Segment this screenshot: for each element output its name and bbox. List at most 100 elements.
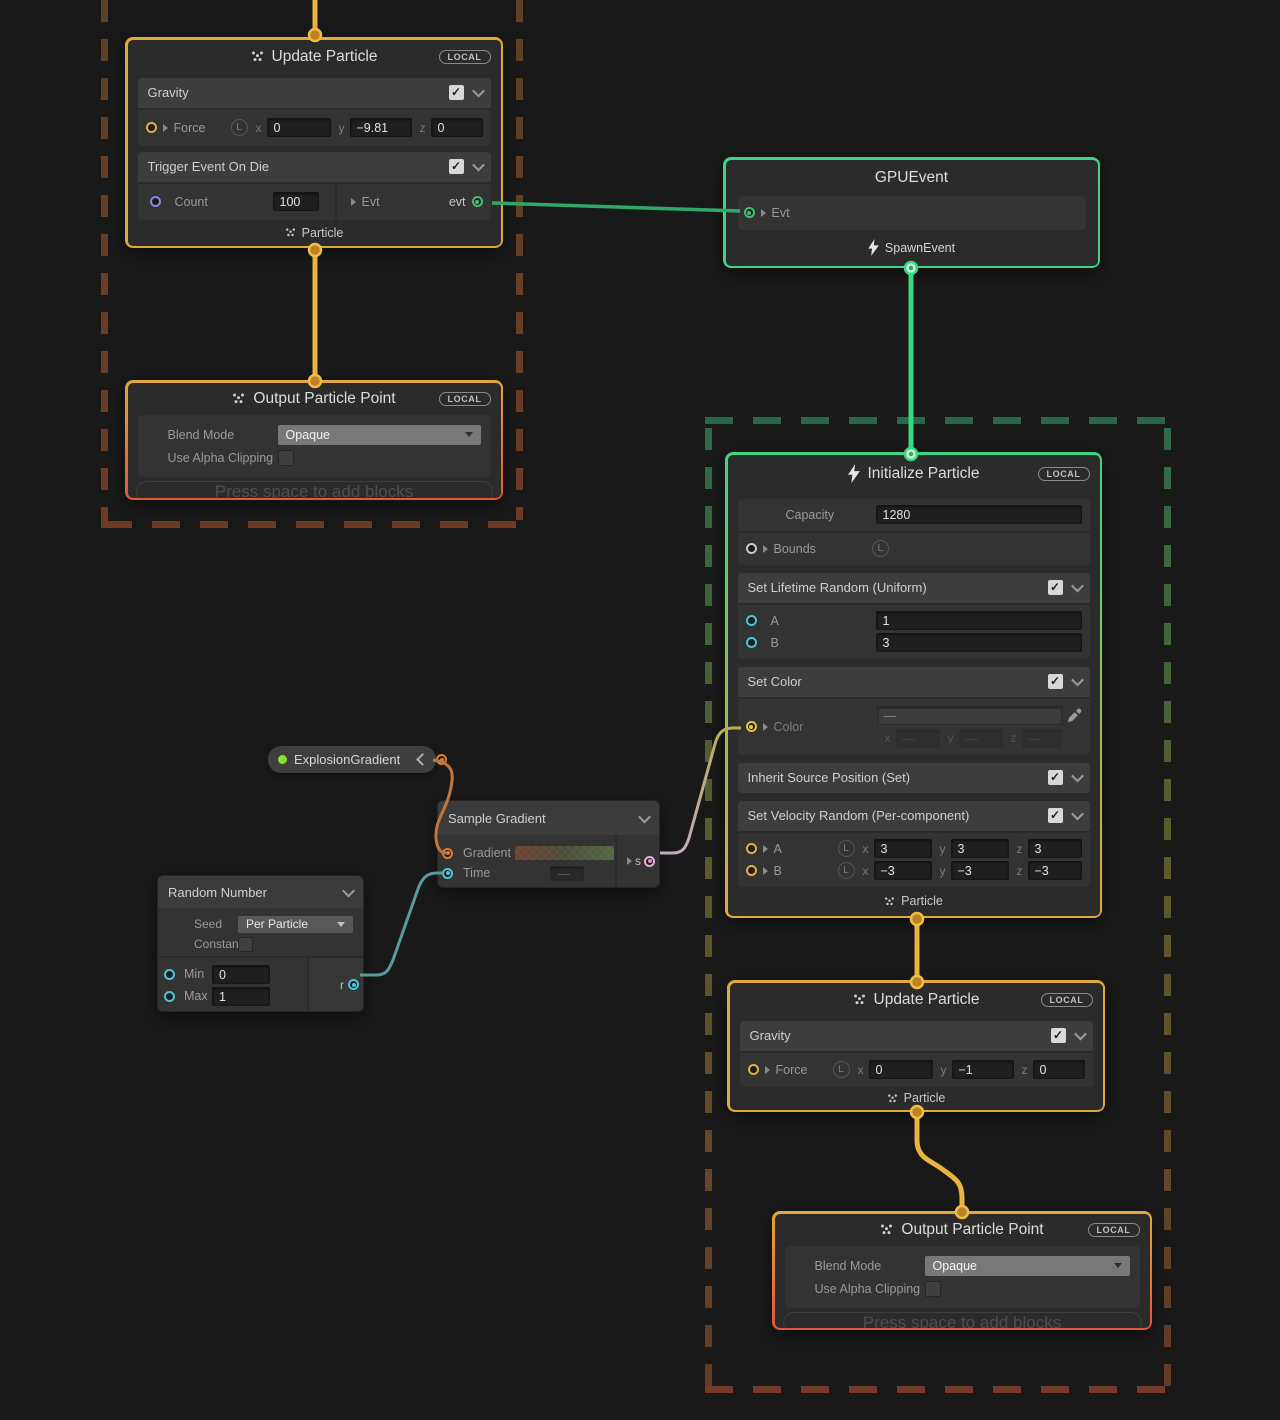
collapse-icon[interactable] bbox=[416, 753, 429, 766]
velocity-b-x-field[interactable]: −3 bbox=[874, 861, 932, 880]
random-output-label: r bbox=[340, 978, 344, 992]
seed-value: Per Particle bbox=[246, 917, 308, 931]
force-z-field[interactable]: 0 bbox=[1033, 1060, 1085, 1079]
node-update-particle-1[interactable]: Update Particle LOCAL Gravity ✓ Force L … bbox=[125, 37, 503, 248]
local-space-icon[interactable]: L bbox=[872, 540, 889, 557]
block-lifetime-header: Set Lifetime Random (Uniform) ✓ bbox=[738, 573, 1090, 603]
block-trigger-header: Trigger Event On Die ✓ bbox=[138, 152, 491, 182]
node-sample-gradient[interactable]: Sample Gradient Gradient Time — s bbox=[437, 800, 660, 888]
velocity-a-x-field[interactable]: 3 bbox=[874, 839, 932, 858]
local-badge: LOCAL bbox=[1041, 993, 1093, 1007]
node-title: GPUEvent bbox=[875, 169, 948, 187]
max-field[interactable]: 1 bbox=[212, 987, 270, 1006]
local-space-icon[interactable]: L bbox=[231, 119, 248, 136]
local-badge: LOCAL bbox=[1088, 1223, 1140, 1237]
block-enabled-checkbox[interactable]: ✓ bbox=[449, 85, 464, 100]
local-space-icon[interactable]: L bbox=[838, 862, 855, 879]
block-enabled-checkbox[interactable]: ✓ bbox=[1048, 580, 1063, 595]
node-output-particle-point-1[interactable]: Output Particle Point LOCAL Blend Mode O… bbox=[125, 380, 503, 500]
local-badge: LOCAL bbox=[439, 50, 491, 64]
chevron-down-icon[interactable] bbox=[1071, 580, 1084, 593]
node-gpuevent[interactable]: GPUEvent Evt SpawnEvent bbox=[723, 157, 1100, 268]
chevron-down-icon[interactable] bbox=[472, 159, 485, 172]
count-field[interactable]: 100 bbox=[273, 192, 319, 211]
node-random-number[interactable]: Random Number Seed Per Particle Constant bbox=[157, 875, 364, 1012]
min-field[interactable]: 0 bbox=[212, 965, 270, 984]
velocity-b-port[interactable] bbox=[746, 865, 757, 876]
add-blocks-placeholder[interactable]: Press space to add blocks bbox=[783, 1312, 1142, 1328]
blend-mode-label: Blend Mode bbox=[168, 428, 278, 442]
alpha-clipping-checkbox[interactable] bbox=[278, 450, 294, 466]
seed-dropdown[interactable]: Per Particle bbox=[238, 916, 353, 933]
parameter-output-port[interactable] bbox=[436, 754, 447, 765]
block-enabled-checkbox[interactable]: ✓ bbox=[1051, 1028, 1066, 1043]
node-initialize-particle[interactable]: Initialize Particle LOCAL Capacity 1280 … bbox=[725, 452, 1102, 918]
velocity-b-y-field[interactable]: −3 bbox=[951, 861, 1009, 880]
node-update-particle-2[interactable]: Update Particle LOCAL Gravity ✓ Force L … bbox=[727, 980, 1105, 1112]
node-output-particle-point-2[interactable]: Output Particle Point LOCAL Blend Mode O… bbox=[772, 1211, 1152, 1330]
color-value-field[interactable]: — bbox=[877, 706, 1063, 725]
evt-output-port[interactable] bbox=[472, 196, 483, 207]
random-output-port[interactable] bbox=[348, 979, 359, 990]
force-port[interactable] bbox=[146, 122, 157, 133]
chevron-down-icon[interactable] bbox=[1074, 1028, 1087, 1041]
color-port[interactable] bbox=[746, 721, 757, 732]
velocity-b-z-field[interactable]: −3 bbox=[1028, 861, 1082, 880]
time-input-port[interactable] bbox=[442, 868, 453, 879]
lifetime-b-field[interactable]: 3 bbox=[876, 633, 1082, 652]
count-port[interactable] bbox=[150, 196, 161, 207]
blend-mode-dropdown[interactable]: Opaque bbox=[278, 425, 481, 445]
blend-mode-dropdown[interactable]: Opaque bbox=[925, 1256, 1130, 1276]
force-y-field[interactable]: −9.81 bbox=[350, 118, 412, 137]
bounds-port[interactable] bbox=[746, 543, 757, 554]
force-port[interactable] bbox=[748, 1064, 759, 1075]
parameter-explosion-gradient[interactable]: ExplosionGradient bbox=[268, 746, 436, 773]
block-gravity-header: Gravity ✓ bbox=[740, 1021, 1093, 1051]
particle-icon bbox=[880, 1224, 893, 1235]
expander-icon bbox=[763, 867, 768, 875]
lifetime-a-field[interactable]: 1 bbox=[876, 611, 1082, 630]
lifetime-a-port[interactable] bbox=[746, 615, 757, 626]
gpuevent-evt-port[interactable] bbox=[744, 207, 755, 218]
gradient-preview[interactable] bbox=[515, 846, 614, 860]
constant-checkbox[interactable] bbox=[238, 937, 253, 952]
force-y-field[interactable]: −1 bbox=[952, 1060, 1014, 1079]
local-space-icon[interactable]: L bbox=[838, 840, 855, 857]
block-enabled-checkbox[interactable]: ✓ bbox=[449, 159, 464, 174]
block-enabled-checkbox[interactable]: ✓ bbox=[1048, 808, 1063, 823]
min-port[interactable] bbox=[164, 969, 175, 980]
add-blocks-placeholder[interactable]: Press space to add blocks bbox=[136, 481, 493, 498]
chevron-down-icon[interactable] bbox=[638, 810, 651, 823]
expander-icon bbox=[763, 845, 768, 853]
parameter-dot-icon bbox=[278, 755, 287, 764]
alpha-clipping-checkbox[interactable] bbox=[925, 1281, 941, 1297]
force-x-field[interactable]: 0 bbox=[267, 118, 331, 137]
lifetime-b-port[interactable] bbox=[746, 637, 757, 648]
capacity-field[interactable]: 1280 bbox=[876, 505, 1082, 524]
velocity-a-port[interactable] bbox=[746, 843, 757, 854]
block-enabled-checkbox[interactable]: ✓ bbox=[1048, 674, 1063, 689]
block-label: Inherit Source Position (Set) bbox=[748, 770, 911, 785]
node-title: Update Particle bbox=[272, 48, 378, 66]
sample-output-label: s bbox=[635, 854, 641, 868]
chevron-down-icon[interactable] bbox=[342, 884, 355, 897]
chevron-down-icon[interactable] bbox=[472, 85, 485, 98]
velocity-a-z-field[interactable]: 3 bbox=[1028, 839, 1082, 858]
velocity-a-label: A bbox=[774, 842, 782, 856]
chevron-down-icon[interactable] bbox=[1071, 674, 1084, 687]
block-enabled-checkbox[interactable]: ✓ bbox=[1048, 770, 1063, 785]
eyedropper-icon[interactable] bbox=[1067, 708, 1082, 723]
expander-icon bbox=[163, 124, 168, 132]
group2-border-left bbox=[705, 428, 712, 1386]
force-x-field[interactable]: 0 bbox=[869, 1060, 933, 1079]
count-label: Count bbox=[175, 195, 208, 209]
bounds-label: Bounds bbox=[774, 542, 816, 556]
gradient-input-port[interactable] bbox=[442, 848, 453, 859]
velocity-a-y-field[interactable]: 3 bbox=[951, 839, 1009, 858]
chevron-down-icon[interactable] bbox=[1071, 770, 1084, 783]
force-z-field[interactable]: 0 bbox=[431, 118, 483, 137]
sample-output-port[interactable] bbox=[644, 856, 655, 867]
local-space-icon[interactable]: L bbox=[833, 1061, 850, 1078]
chevron-down-icon[interactable] bbox=[1071, 808, 1084, 821]
max-port[interactable] bbox=[164, 991, 175, 1002]
